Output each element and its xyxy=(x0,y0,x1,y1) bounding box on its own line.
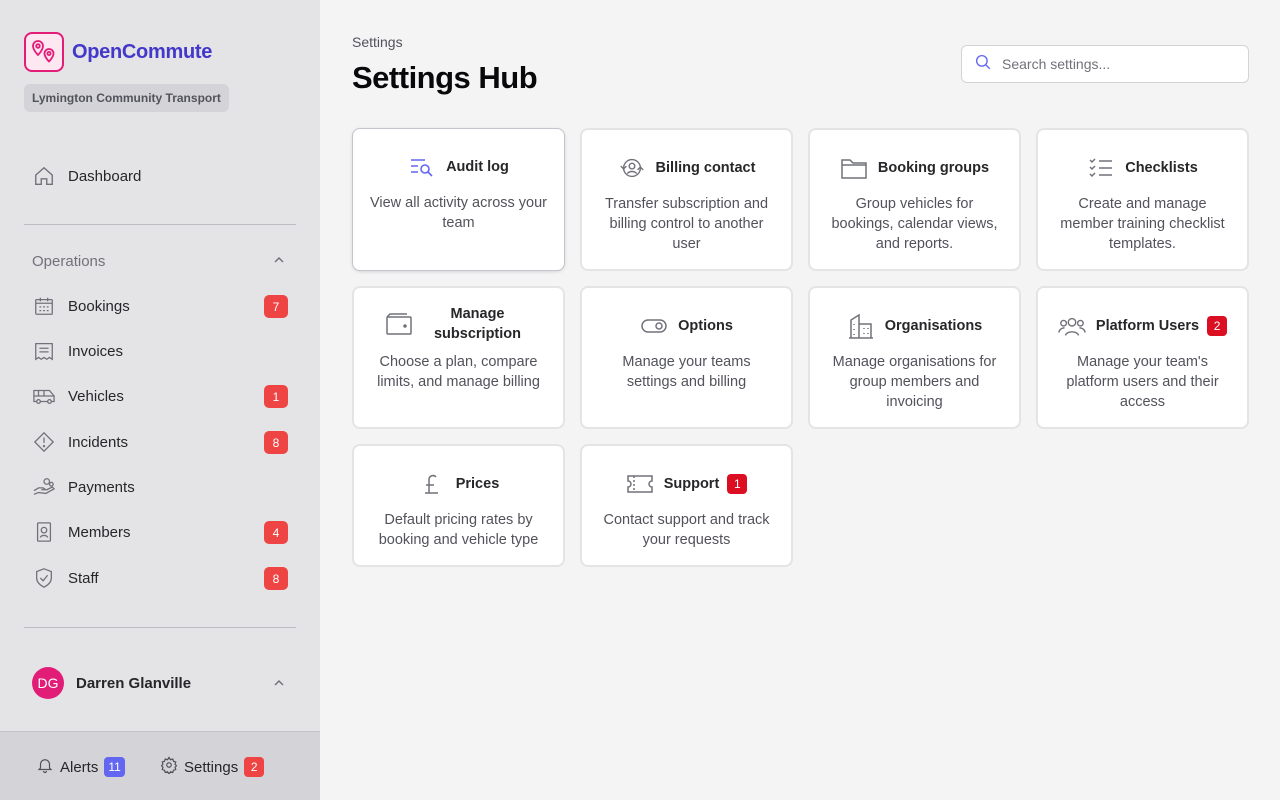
card-description: Default pricing rates by booking and veh… xyxy=(378,512,539,548)
settings-card-booking-groups[interactable]: Booking groups Group vehicles for bookin… xyxy=(808,128,1021,271)
card-title: Checklists xyxy=(1125,160,1198,176)
audit-search-icon xyxy=(408,153,436,181)
sidebar-item-label: Incidents xyxy=(68,433,129,451)
users-group-icon xyxy=(1058,312,1086,340)
breadcrumb[interactable]: Settings xyxy=(352,34,403,50)
card-description: Create and manage member training checkl… xyxy=(1060,196,1225,252)
user-menu[interactable]: DG Darren Glanville xyxy=(24,664,296,702)
card-description: Contact support and track your requests xyxy=(603,512,770,548)
hand-coins-icon xyxy=(32,475,56,499)
sidebar-item-label: Payments xyxy=(68,478,135,496)
bus-icon xyxy=(32,384,56,408)
checklist-icon xyxy=(1087,154,1115,182)
search-input[interactable] xyxy=(1002,56,1232,72)
folder-icon xyxy=(840,154,868,182)
settings-button[interactable]: Settings 2 xyxy=(160,756,265,778)
count-badge: 4 xyxy=(264,521,288,544)
card-title: Options xyxy=(678,318,733,334)
toggle-icon xyxy=(640,312,668,340)
card-title: Prices xyxy=(455,476,500,492)
search-box[interactable] xyxy=(961,45,1249,83)
building-icon xyxy=(847,312,875,340)
sidebar-item-payments[interactable]: Payments xyxy=(24,467,296,507)
invoice-icon xyxy=(32,339,56,363)
card-description: Choose a plan, compare limits, and manag… xyxy=(377,354,540,390)
user-name: Darren Glanville xyxy=(76,674,192,692)
sidebar-item-label: Bookings xyxy=(68,297,130,315)
chevron-up-icon xyxy=(272,253,286,271)
settings-card-options[interactable]: Options Manage your teams settings and b… xyxy=(580,286,793,429)
brand-name: OpenCommute xyxy=(72,40,213,63)
sidebar-item-invoices[interactable]: Invoices xyxy=(24,331,296,371)
settings-card-platform-users[interactable]: Platform Users 2 Manage your team's plat… xyxy=(1036,286,1249,429)
chevron-up-icon xyxy=(272,676,286,695)
settings-card-prices[interactable]: Prices Default pricing rates by booking … xyxy=(352,444,565,567)
settings-card-manage-subscription[interactable]: Manage subscription Choose a plan, compa… xyxy=(352,286,565,429)
sidebar-item-label: Vehicles xyxy=(68,387,124,405)
map-pins-logo-icon xyxy=(24,32,64,72)
card-title: Audit log xyxy=(446,159,509,175)
card-title: Support xyxy=(663,476,720,492)
sidebar-item-staff[interactable]: Staff 8 xyxy=(24,558,296,598)
search-icon xyxy=(974,53,992,76)
sidebar-item-label: Staff xyxy=(68,569,99,587)
card-description: View all activity across your team xyxy=(369,195,548,231)
page-title: Settings Hub xyxy=(352,60,538,95)
calendar-icon xyxy=(32,294,56,318)
section-operations-toggle[interactable]: Operations xyxy=(24,248,296,274)
card-title: Billing contact xyxy=(655,160,756,176)
warning-icon xyxy=(32,430,56,454)
alerts-count-badge: 11 xyxy=(104,757,125,777)
card-description: Manage organisations for group members a… xyxy=(832,354,997,410)
settings-count-badge: 2 xyxy=(244,757,265,777)
count-badge: 1 xyxy=(264,385,288,408)
card-title: Organisations xyxy=(884,318,983,334)
settings-card-organisations[interactable]: Organisations Manage organisations for g… xyxy=(808,286,1021,429)
card-title: Booking groups xyxy=(877,160,990,176)
alerts-label: Alerts xyxy=(60,758,99,776)
sidebar-item-label: Invoices xyxy=(68,342,124,360)
count-badge: 8 xyxy=(264,567,288,590)
sidebar-item-incidents[interactable]: Incidents 8 xyxy=(24,422,296,462)
card-title: Platform Users xyxy=(1095,318,1200,334)
sidebar-item-dashboard[interactable]: Dashboard xyxy=(24,156,296,196)
settings-label: Settings xyxy=(184,758,239,776)
wallet-icon xyxy=(385,310,413,338)
count-badge: 8 xyxy=(264,431,288,454)
card-description: Transfer subscription and billing contro… xyxy=(604,196,769,252)
avatar: DG xyxy=(32,667,64,699)
count-badge: 1 xyxy=(727,474,748,494)
gear-icon xyxy=(160,756,178,778)
pound-icon xyxy=(418,470,446,498)
card-description: Group vehicles for bookings, calendar vi… xyxy=(831,196,998,252)
sidebar: OpenCommute Lymington Community Transpor… xyxy=(0,0,320,800)
count-badge: 7 xyxy=(264,295,288,318)
organisation-badge[interactable]: Lymington Community Transport xyxy=(24,84,229,112)
settings-card-audit-log[interactable]: Audit log View all activity across your … xyxy=(352,128,565,271)
sidebar-item-vehicles[interactable]: Vehicles 1 xyxy=(24,376,296,416)
settings-card-billing-contact[interactable]: Billing contact Transfer subscription an… xyxy=(580,128,793,271)
bell-icon xyxy=(36,756,54,778)
sidebar-item-label: Members xyxy=(68,523,131,541)
sidebar-item-label: Dashboard xyxy=(68,167,142,185)
id-badge-icon xyxy=(32,520,56,544)
brand[interactable]: OpenCommute xyxy=(24,32,212,72)
section-label: Operations xyxy=(32,252,106,270)
sidebar-divider xyxy=(24,627,296,628)
count-badge: 2 xyxy=(1207,316,1228,336)
sidebar-divider xyxy=(24,224,296,225)
sidebar-footer: Alerts 11 Settings 2 xyxy=(0,731,320,800)
alerts-button[interactable]: Alerts 11 xyxy=(36,756,125,778)
card-description: Manage your teams settings and billing xyxy=(622,354,751,390)
ticket-icon xyxy=(626,470,654,498)
home-icon xyxy=(32,164,56,188)
sidebar-item-members[interactable]: Members 4 xyxy=(24,512,296,552)
sidebar-item-bookings[interactable]: Bookings 7 xyxy=(24,286,296,326)
user-transfer-icon xyxy=(618,154,646,182)
card-title: Manage subscription xyxy=(433,306,521,342)
card-description: Manage your team's platform users and th… xyxy=(1066,354,1219,410)
shield-check-icon xyxy=(32,566,56,590)
settings-card-support[interactable]: Support 1 Contact support and track your… xyxy=(580,444,793,567)
settings-card-checklists[interactable]: Checklists Create and manage member trai… xyxy=(1036,128,1249,271)
